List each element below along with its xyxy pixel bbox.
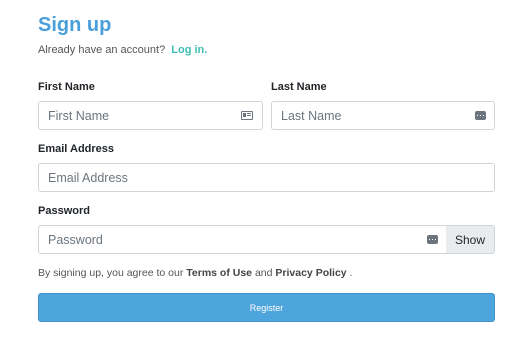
terms-of-use-link[interactable]: Terms of Use: [186, 267, 252, 279]
contact-card-icon: [241, 111, 253, 120]
terms-prefix: By signing up, you agree to our: [38, 267, 184, 279]
page-title: Sign up: [38, 14, 112, 36]
keyboard-icon: [427, 235, 438, 244]
last-name-label: Last Name: [271, 81, 327, 93]
email-input[interactable]: [39, 164, 494, 191]
terms-and: and: [254, 267, 273, 279]
first-name-label: First Name: [38, 81, 95, 93]
show-password-button[interactable]: Show: [446, 225, 495, 254]
password-field[interactable]: [38, 225, 447, 254]
keyboard-icon: [475, 111, 486, 120]
register-button[interactable]: Register: [38, 293, 495, 322]
last-name-field[interactable]: [271, 101, 495, 130]
last-name-input[interactable]: [272, 102, 494, 129]
login-prompt-text: Already have an account?: [38, 44, 166, 56]
privacy-policy-link[interactable]: Privacy Policy: [275, 267, 346, 279]
email-field[interactable]: [38, 163, 495, 192]
first-name-field[interactable]: [38, 101, 263, 130]
password-label: Password: [38, 205, 90, 217]
login-link[interactable]: Log in.: [171, 44, 207, 56]
terms-suffix: .: [349, 267, 353, 279]
password-input[interactable]: [39, 226, 446, 253]
email-label: Email Address: [38, 143, 115, 155]
login-prompt: Already have an account? Log in.: [38, 44, 207, 56]
terms-notice: By signing up, you agree to our Terms of…: [38, 267, 352, 279]
first-name-input[interactable]: [39, 102, 262, 129]
